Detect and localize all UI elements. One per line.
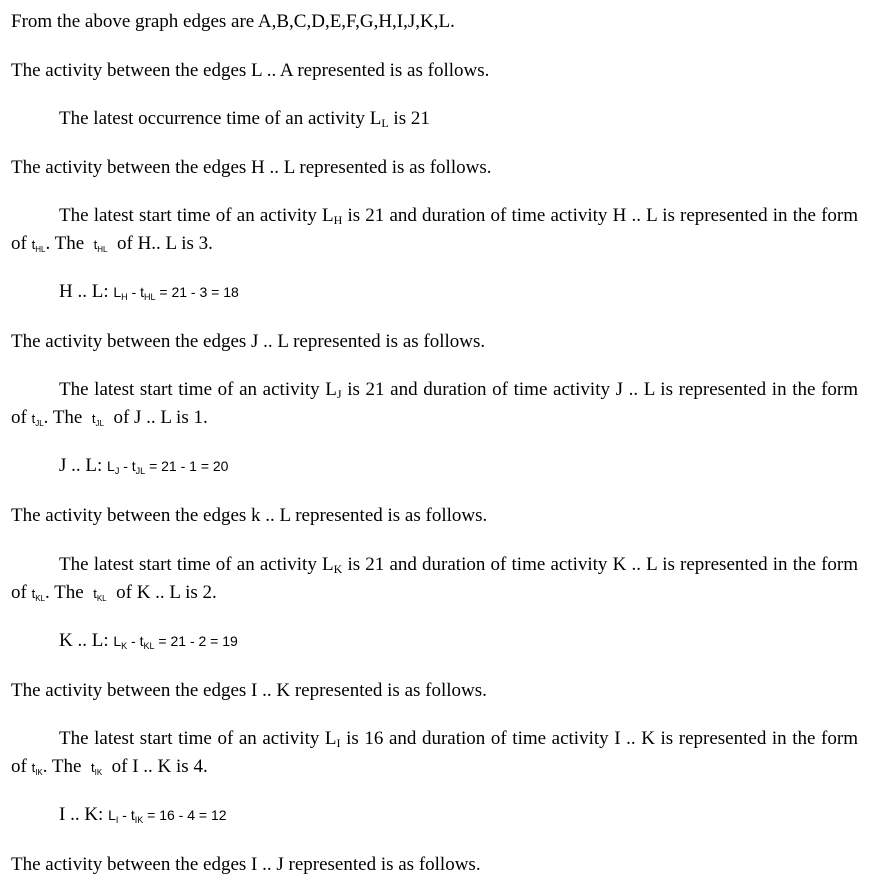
subscript: IK (35, 768, 43, 777)
body-text: of J .. L is 1. (108, 407, 208, 428)
subscript: H (121, 292, 128, 302)
body-text: of I .. K is 4. (106, 756, 208, 777)
body-text: is 21 (388, 108, 430, 129)
body-text: The latest start time of an activity L (59, 728, 337, 749)
duration-symbol: tJL (32, 411, 44, 428)
duration-symbol: tKL (93, 586, 107, 603)
equation-label: K .. L: (59, 630, 109, 651)
section-heading: The activity between the edges I .. K re… (11, 680, 487, 701)
body-text: The latest start time of an activity L (59, 554, 334, 575)
eq-result: = 21 - 2 = 19 (158, 633, 238, 649)
equation: H .. L: LH - tHL = 21 - 3 = 18 (59, 280, 239, 309)
equation-expression: LK - tKL = 21 - 2 = 19 (113, 633, 238, 651)
section-heading: The activity between the edges H .. L re… (11, 157, 492, 178)
equation: J .. L: LJ - tJL = 21 - 1 = 20 (59, 454, 228, 483)
subscript: HL (97, 245, 108, 254)
subscript: KL (96, 594, 107, 603)
body-text: . The (45, 233, 89, 254)
duration-symbol: tHL (32, 237, 46, 254)
body-text: of K .. L is 2. (111, 582, 217, 603)
equation-label: J .. L: (59, 455, 103, 476)
equation-label: H .. L: (59, 281, 109, 302)
subscript: L (381, 116, 389, 130)
subscript: KL (35, 594, 45, 603)
body-text: . The (45, 582, 89, 603)
eq-symbol: L (113, 633, 122, 649)
body-text: of H.. L is 3. (112, 233, 213, 254)
section-paragraph: The latest start time of an activity LH … (11, 204, 858, 262)
section-heading: The activity between the edges L .. A re… (11, 60, 490, 81)
section-paragraph: The latest start time of an activity LK … (11, 553, 858, 611)
subscript: HL (144, 292, 156, 302)
intro-text: From the above graph edges are A,B,C,D,E… (11, 11, 455, 32)
body-text: The latest start time of an activity L (59, 379, 337, 400)
section-heading: The activity between the edges k .. L re… (11, 505, 488, 526)
eq-symbol: L (108, 807, 116, 823)
subscript: JL (95, 419, 104, 428)
duration-symbol: tIK (91, 760, 103, 777)
subscript: IK (94, 768, 103, 777)
subscript: JL (135, 466, 146, 476)
subscript: IK (134, 815, 144, 825)
body-text: . The (42, 756, 87, 777)
section-paragraph: The latest start time of an activity LJ … (11, 378, 858, 436)
subscript: HL (35, 245, 46, 254)
section-heading: The activity between the edges J .. L re… (11, 331, 486, 352)
duration-symbol: tIK (32, 760, 43, 777)
subscript: J (114, 466, 120, 476)
eq-symbol: L (113, 284, 122, 300)
equation-label: I .. K: (59, 804, 104, 825)
eq-result: = 21 - 3 = 18 (159, 284, 239, 300)
eq-result: = 21 - 1 = 20 (149, 458, 229, 474)
duration-symbol: tJL (92, 411, 104, 428)
subscript: JL (35, 419, 44, 428)
equation-expression: LI - tIK = 16 - 4 = 12 (108, 807, 227, 825)
subscript: K (121, 641, 128, 651)
duration-symbol: tKL (32, 586, 45, 603)
section-body: The latest occurrence time of an activit… (59, 107, 430, 135)
equation: K .. L: LK - tKL = 21 - 2 = 19 (59, 629, 238, 658)
section-heading: The activity between the edges I .. J re… (11, 854, 481, 875)
equation-expression: LH - tHL = 21 - 3 = 18 (113, 284, 239, 302)
subscript: K (333, 562, 343, 576)
section-paragraph: The latest start time of an activity LI … (11, 727, 858, 785)
body-text: The latest start time of an activity L (59, 205, 334, 226)
subscript: KL (143, 641, 155, 651)
subscript: H (333, 213, 343, 227)
duration-symbol: tHL (94, 237, 108, 254)
subscript: I (115, 815, 119, 825)
eq-symbol: L (107, 458, 115, 474)
body-text: . The (43, 407, 88, 428)
body-text: The latest occurrence time of an activit… (59, 108, 382, 129)
equation-expression: LJ - tJL = 21 - 1 = 20 (107, 458, 229, 476)
equation: I .. K: LI - tIK = 16 - 4 = 12 (59, 803, 227, 832)
eq-result: = 16 - 4 = 12 (147, 807, 227, 823)
